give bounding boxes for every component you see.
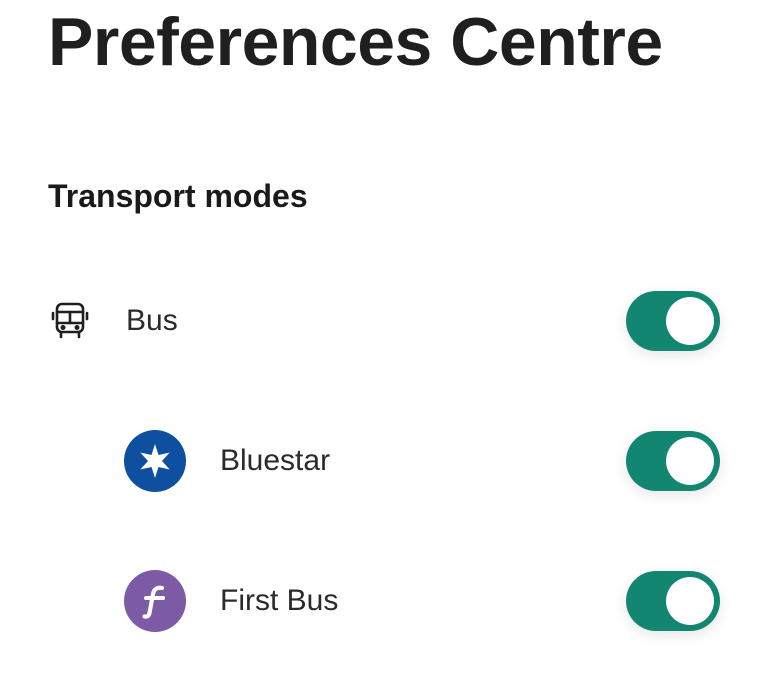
- transport-label-bus: Bus: [126, 304, 178, 337]
- section-heading: Transport modes: [48, 178, 308, 214]
- transport-label-bluestar: Bluestar: [220, 444, 331, 477]
- preferences-page: Preferences Centre Transport modes Bus B…: [0, 0, 768, 674]
- bluestar-toggle[interactable]: [626, 431, 720, 491]
- transport-row-first-bus: First Bus: [0, 566, 768, 636]
- transport-row-bluestar: Bluestar: [0, 426, 768, 496]
- bus-toggle[interactable]: [626, 291, 720, 351]
- toggle-knob: [666, 297, 714, 345]
- toggle-knob: [666, 437, 714, 485]
- transport-label-first-bus: First Bus: [220, 584, 339, 617]
- first-bus-toggle[interactable]: [626, 571, 720, 631]
- page-title: Preferences Centre: [48, 4, 663, 80]
- first-bus-logo-icon: [124, 570, 186, 632]
- bus-icon: [50, 301, 90, 341]
- transport-row-bus: Bus: [0, 286, 768, 356]
- bluestar-logo-icon: [124, 430, 186, 492]
- toggle-knob: [666, 577, 714, 625]
